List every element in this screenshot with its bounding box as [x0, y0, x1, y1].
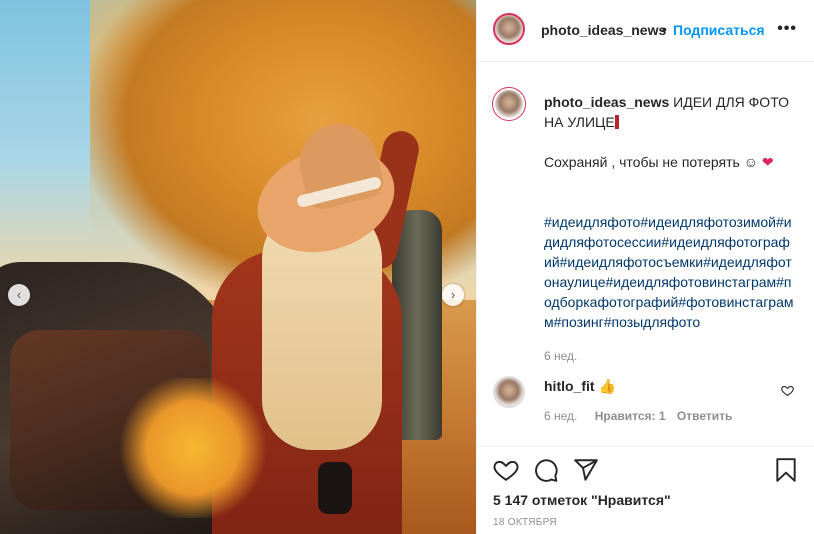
comment-age: 6 нед. [544, 409, 578, 423]
dot-separator: • [662, 21, 667, 37]
small-heart-icon[interactable] [781, 384, 794, 400]
post-actions: 5 147 отметок "Нравится" 18 ОКТЯБРЯ [477, 446, 814, 534]
carousel-prev-button[interactable]: ‹ [8, 284, 30, 306]
thumbs-up-emoji: 👍 [598, 378, 616, 394]
header-username[interactable]: photo_ideas_news [541, 22, 666, 38]
heart-emoji-icon: ❤ [761, 154, 774, 170]
maple-leaves-bouquet [118, 378, 268, 518]
caption-save-text: Сохраняй , чтобы не потерять ☺ [544, 154, 759, 170]
post-date[interactable]: 18 ОКТЯБРЯ [493, 517, 557, 528]
chevron-right-icon: › [450, 287, 456, 302]
post-header: photo_ideas_news • Подписаться ••• [477, 0, 814, 62]
caption: photo_ideas_news ИДЕИ ДЛЯ ФОТО НА УЛИЦЕ … [544, 92, 794, 366]
post-panel: photo_ideas_news • Подписаться ••• photo… [476, 0, 814, 534]
bookmark-icon[interactable] [773, 457, 799, 483]
follow-button[interactable]: Подписаться [673, 22, 765, 38]
comment-username[interactable]: hitlo_fit [544, 378, 595, 394]
post-photo[interactable]: ‹ › [0, 0, 476, 534]
more-icon[interactable]: ••• [777, 20, 797, 38]
reply-button[interactable]: Ответить [677, 409, 732, 423]
caption-age: 6 нед. [544, 349, 578, 363]
carousel-next-button[interactable]: › [442, 284, 464, 306]
hashtags[interactable]: #идеидляфото#идеидляфотозимой#идидляфото… [544, 212, 794, 332]
comment-meta: 6 нед. Нравится: 1 Ответить [544, 409, 732, 423]
share-icon[interactable] [573, 457, 599, 483]
caption-username[interactable]: photo_ideas_news [544, 94, 669, 110]
comment-likes[interactable]: Нравится: 1 [595, 409, 666, 423]
red-mark-icon [614, 115, 619, 129]
comment-icon[interactable] [533, 457, 559, 483]
comment: hitlo_fit 👍 [544, 378, 616, 395]
caption-avatar[interactable] [492, 87, 526, 121]
avatar[interactable] [493, 13, 525, 45]
heart-icon[interactable] [493, 457, 519, 483]
likes-count[interactable]: 5 147 отметок "Нравится" [493, 492, 671, 508]
car-mirror [318, 462, 352, 514]
commenter-avatar[interactable] [493, 376, 525, 408]
chevron-left-icon: ‹ [16, 287, 22, 302]
